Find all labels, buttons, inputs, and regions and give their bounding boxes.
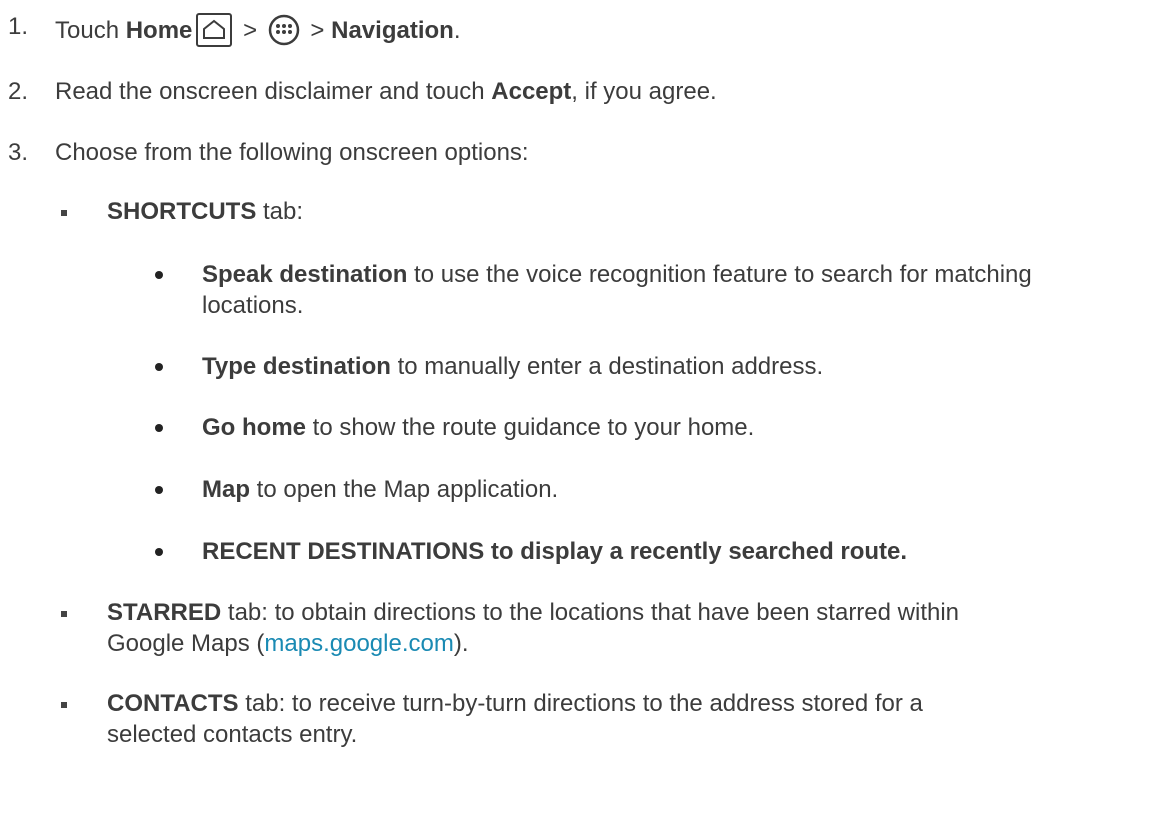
shortcuts-suffix: tab: bbox=[256, 198, 304, 225]
step-text-suffix: , if you agree. bbox=[571, 78, 717, 105]
item-text: to use the voice recognition feature to … bbox=[407, 261, 1032, 288]
starred-text: tab: to obtain directions to the locatio… bbox=[221, 599, 960, 626]
shortcut-item-speak: Speak destination to use the voice recog… bbox=[202, 261, 1032, 289]
shortcut-item-map: Map to open the Map application. bbox=[202, 476, 558, 504]
step-text: Touch bbox=[55, 17, 126, 44]
shortcuts-title: SHORTCUTS bbox=[107, 198, 257, 225]
round-bullet bbox=[155, 363, 163, 371]
item-label: Type destination bbox=[202, 353, 391, 380]
shortcut-item-go-home: Go home to show the route guidance to yo… bbox=[202, 414, 754, 442]
shortcuts-heading: SHORTCUTS tab: bbox=[107, 198, 303, 226]
step-number: 2. bbox=[8, 78, 29, 105]
item-text: to show the route guidance to your home. bbox=[306, 414, 755, 441]
round-bullet bbox=[155, 424, 163, 432]
item-label: Map bbox=[202, 476, 250, 503]
separator: > bbox=[303, 17, 332, 44]
step-2: 2. Read the onscreen disclaimer and touc… bbox=[8, 78, 717, 106]
maps-link[interactable]: maps.google.com bbox=[264, 630, 453, 657]
round-bullet bbox=[155, 548, 163, 556]
square-bullet bbox=[61, 702, 67, 708]
contacts-text-continued: selected contacts entry. bbox=[107, 721, 358, 748]
square-bullet bbox=[61, 611, 67, 617]
contacts-text: tab: to receive turn-by-turn directions … bbox=[238, 690, 923, 717]
starred-heading: STARRED tab: to obtain directions to the… bbox=[107, 599, 959, 627]
step-number: 1. bbox=[8, 13, 29, 40]
step-text: Choose from the following onscreen optio… bbox=[55, 139, 529, 166]
contacts-heading: CONTACTS tab: to receive turn-by-turn di… bbox=[107, 690, 923, 718]
starred-heading-cont: Google Maps (maps.google.com). bbox=[107, 630, 469, 658]
separator: > bbox=[236, 17, 264, 44]
step-text: Read the onscreen disclaimer and touch bbox=[55, 78, 492, 105]
period: . bbox=[453, 17, 461, 44]
starred-text-end: ). bbox=[453, 630, 469, 657]
square-bullet bbox=[61, 210, 67, 216]
step-3: 3. Choose from the following onscreen op… bbox=[8, 139, 529, 167]
step-number: 3. bbox=[8, 139, 29, 166]
shortcut-item-type: Type destination to manually enter a des… bbox=[202, 353, 823, 381]
round-bullet bbox=[155, 271, 163, 279]
item-text: to open the Map application. bbox=[250, 476, 559, 503]
item-label: Speak destination bbox=[202, 261, 408, 288]
item-text: to manually enter a destination address. bbox=[390, 353, 824, 380]
home-label: Home bbox=[125, 17, 193, 44]
step-1: 1. Touch Home > > Navigation. bbox=[8, 13, 460, 47]
round-bullet bbox=[155, 486, 163, 494]
apps-icon bbox=[268, 14, 300, 46]
contacts-title: CONTACTS bbox=[107, 690, 239, 717]
home-icon bbox=[196, 13, 233, 47]
shortcut-item-recent: RECENT DESTINATIONS to display a recentl… bbox=[202, 538, 907, 566]
item-text-continued: locations. bbox=[202, 292, 304, 319]
shortcut-item-speak-cont: locations. bbox=[202, 292, 303, 320]
contacts-heading-cont: selected contacts entry. bbox=[107, 721, 357, 749]
starred-text-continued: Google Maps ( bbox=[107, 630, 265, 657]
starred-title: STARRED bbox=[107, 599, 222, 626]
navigation-label: Navigation bbox=[331, 17, 454, 44]
accept-label: Accept bbox=[491, 78, 572, 105]
item-label: Go home bbox=[202, 414, 307, 441]
item-label: RECENT DESTINATIONS to display a recentl… bbox=[202, 538, 908, 565]
